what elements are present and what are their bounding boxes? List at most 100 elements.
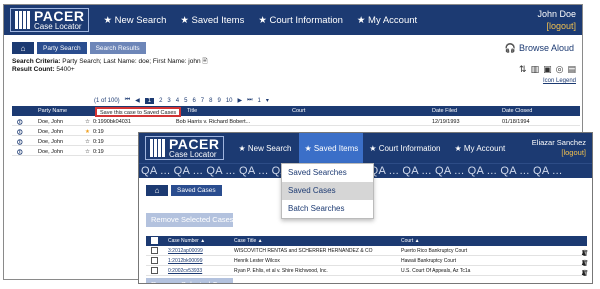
star-filled-icon[interactable]: ★ [85, 129, 90, 135]
info-icon[interactable]: 🛈 [17, 149, 23, 158]
pager-page-6[interactable]: 6 [192, 98, 195, 104]
menu-item-saved-cases[interactable]: Saved Cases [282, 182, 373, 200]
edit-criteria-icon[interactable]: 🖹 [202, 58, 207, 65]
col-court[interactable]: Court [292, 108, 305, 114]
breadcrumb: ⌂ Party Search Search Results 🎧 Browse A… [4, 38, 582, 58]
pacer-logo[interactable]: PACER Case Locator [10, 8, 90, 32]
sort-icon[interactable]: ⇅ [519, 64, 527, 75]
count-label: Result Count: [12, 66, 55, 73]
nav-my-account[interactable]: ★ My Account [357, 15, 417, 26]
remove-selected-cases-button[interactable]: Remove Selected Cases [146, 213, 234, 227]
breadcrumb-party-search[interactable]: Party Search [37, 42, 87, 54]
browse-aloud-label: Browse Aloud [518, 43, 574, 53]
pager-page-4[interactable]: 4 [176, 98, 179, 104]
prev-page-icon[interactable]: ◀ [135, 97, 140, 104]
user-box: Eliazar Sanchez [logout] [532, 138, 586, 158]
pacer-logo[interactable]: PACER Case Locator [145, 136, 225, 160]
columns-icon[interactable]: ▥ [531, 64, 540, 75]
nav-court-information[interactable]: ★ Court Information [369, 133, 440, 163]
logout-link[interactable]: [logout] [532, 148, 586, 158]
pager-page-1[interactable]: 1 [144, 97, 155, 104]
case-number-link[interactable]: 0:2002cv53933 [168, 268, 202, 274]
case-number-link[interactable]: 1:2012bk00099 [168, 258, 202, 264]
star-icon[interactable]: ☆ [85, 119, 90, 125]
trash-icon[interactable]: 🗑 [581, 270, 589, 277]
case-number[interactable]: 0:19 [93, 129, 104, 135]
col-date-filed[interactable]: Date Filed [432, 108, 457, 114]
row-checkbox[interactable] [151, 257, 158, 264]
party-name: Doe, John [38, 139, 64, 145]
top-nav: PACER Case Locator ★ New Search ★ Saved … [139, 133, 592, 219]
menu-item-saved-searches[interactable]: Saved Searches [282, 164, 373, 182]
pager-page-5[interactable]: 5 [184, 98, 187, 104]
pager-page-9[interactable]: 9 [217, 98, 220, 104]
breadcrumb-saved-cases: Saved Cases [171, 185, 222, 196]
table-row[interactable]: 🛈 Doe, John ☆ 0:1990bk04031 Bob Harris v… [12, 117, 580, 126]
col-date-closed[interactable]: Date Closed [502, 108, 532, 114]
remove-selected-cases-button-bottom[interactable]: Remove Selected Cases [146, 278, 234, 283]
table-row[interactable]: 0:2002cv53933 Ryan P. Ehlis, et al v. Sh… [146, 266, 589, 277]
breadcrumb-search-results: Search Results [89, 42, 146, 54]
result-tools: ⇅ ▥ ▣ ◎ ▤ [519, 64, 576, 75]
case-number[interactable]: 0:1990bk04031 [93, 119, 131, 125]
case-number[interactable]: 0:19 [93, 139, 104, 145]
search-criteria: Search Criteria: Party Search; Last Name… [4, 58, 582, 74]
nav-saved-items[interactable]: ★ Saved Items [299, 133, 364, 163]
count-value: 5400+ [56, 66, 75, 73]
logo-subtitle: Case Locator [34, 22, 82, 31]
table-row[interactable]: 3:2012ap00099 WISCOVITCH RENTAS and SCHE… [146, 246, 589, 257]
party-name: Doe, John [38, 119, 64, 125]
browse-aloud-link[interactable]: 🎧 Browse Aloud [505, 43, 574, 54]
criteria-label: Search Criteria: [12, 58, 61, 65]
select-all-checkbox[interactable] [151, 237, 158, 244]
goto-page-current[interactable]: 1 [258, 98, 261, 104]
pager-page-3[interactable]: 3 [167, 98, 170, 104]
rss-icon[interactable]: ◎ [556, 64, 564, 75]
col-party-name[interactable]: Party Name [38, 108, 67, 114]
saved-cases-table-header: Case Number ▲ Case Title ▲ Court ▲ [146, 236, 587, 246]
pager-page-10[interactable]: 10 [226, 98, 233, 104]
pager-page-2[interactable]: 2 [159, 98, 162, 104]
headphones-icon: 🎧 [504, 42, 516, 53]
next-page-icon[interactable]: ▶ [238, 97, 243, 104]
row-checkbox[interactable] [151, 267, 158, 274]
saved-cases-window: PACER Case Locator ★ New Search ★ Saved … [138, 132, 593, 284]
courthouse-icon [15, 11, 30, 29]
home-icon[interactable]: ⌂ [146, 185, 168, 196]
col-case-number[interactable]: Case Number ▲ [168, 238, 205, 244]
col-court[interactable]: Court ▲ [401, 238, 420, 244]
col-title[interactable]: Title [187, 108, 197, 114]
home-icon[interactable]: ⌂ [12, 42, 34, 54]
last-page-icon[interactable]: ⏭ [247, 97, 252, 104]
pager-info: (1 of 100) [94, 97, 120, 104]
top-nav: PACER Case Locator ★ New Search ★ Saved … [4, 5, 582, 35]
logo-title: PACER [169, 136, 220, 152]
export-icon[interactable]: ▣ [543, 64, 552, 75]
print-icon[interactable]: ▤ [567, 64, 576, 75]
nav-new-search[interactable]: ★ New Search [238, 133, 291, 163]
case-number-link[interactable]: 3:2012ap00099 [168, 248, 203, 254]
star-icon[interactable]: ☆ [85, 149, 90, 155]
nav-court-information[interactable]: ★ Court Information [258, 15, 343, 26]
menu-item-batch-searches[interactable]: Batch Searches [282, 200, 373, 218]
save-case-tooltip: Save this case to Saved Cases [95, 107, 182, 117]
case-title: Bob Harris v. Richard Bobert... [176, 119, 251, 125]
user-name: John Doe [537, 9, 576, 19]
first-page-icon[interactable]: ⏮ [125, 97, 130, 104]
nav-new-search[interactable]: ★ New Search [103, 15, 166, 26]
case-number[interactable]: 0:19 [93, 149, 104, 155]
user-name: Eliazar Sanchez [531, 138, 586, 147]
case-title: Ryan P. Ehlis, et al v. Shire Richwood, … [234, 268, 328, 274]
icon-legend-link[interactable]: Icon Legend [543, 78, 576, 84]
table-row[interactable]: 1:2012bk00099 Henrik Lester Wilcox Hawai… [146, 256, 589, 267]
pager-page-7[interactable]: 7 [201, 98, 204, 104]
col-case-title[interactable]: Case Title ▲ [234, 238, 263, 244]
page-select-icon[interactable]: ▾ [266, 97, 269, 104]
logout-link[interactable]: [logout] [537, 20, 576, 32]
row-checkbox[interactable] [151, 247, 158, 254]
criteria-value: Party Search; Last Name: doe; First Name… [62, 58, 201, 65]
star-icon[interactable]: ☆ [85, 139, 90, 145]
nav-saved-items[interactable]: ★ Saved Items [180, 15, 244, 26]
nav-my-account[interactable]: ★ My Account [455, 133, 506, 163]
pager-page-8[interactable]: 8 [209, 98, 212, 104]
